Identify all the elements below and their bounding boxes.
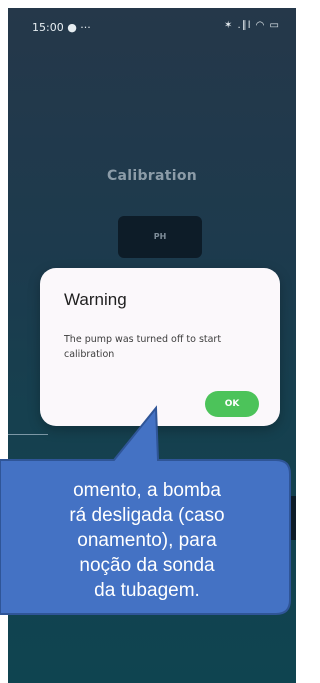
- warning-dialog: Warning The pump was turned off to start…: [40, 268, 280, 426]
- status-time: 15:00 ● ···: [32, 21, 91, 34]
- ph-button[interactable]: PH: [118, 216, 202, 258]
- status-bar: 15:00 ● ··· ✶ .∥l ◠ ▭: [8, 8, 296, 44]
- page-title: Calibration: [106, 168, 198, 184]
- callout-line: onamento), para: [77, 530, 217, 551]
- callout-line: rá desligada (caso: [69, 505, 225, 526]
- divider: [8, 434, 48, 435]
- callout-line: omento, a bomba: [73, 480, 221, 501]
- dialog-message: The pump was turned off to start calibra…: [64, 334, 222, 360]
- status-icons: ✶ .∥l ◠ ▭: [223, 20, 280, 31]
- dialog-title: Warning: [64, 290, 127, 309]
- ok-button[interactable]: OK: [205, 391, 259, 417]
- callout-text: omento, a bomba rá desligada (caso oname…: [0, 478, 294, 603]
- callout-line: noção da sonda: [79, 555, 215, 576]
- callout-line: da tubagem.: [94, 580, 200, 601]
